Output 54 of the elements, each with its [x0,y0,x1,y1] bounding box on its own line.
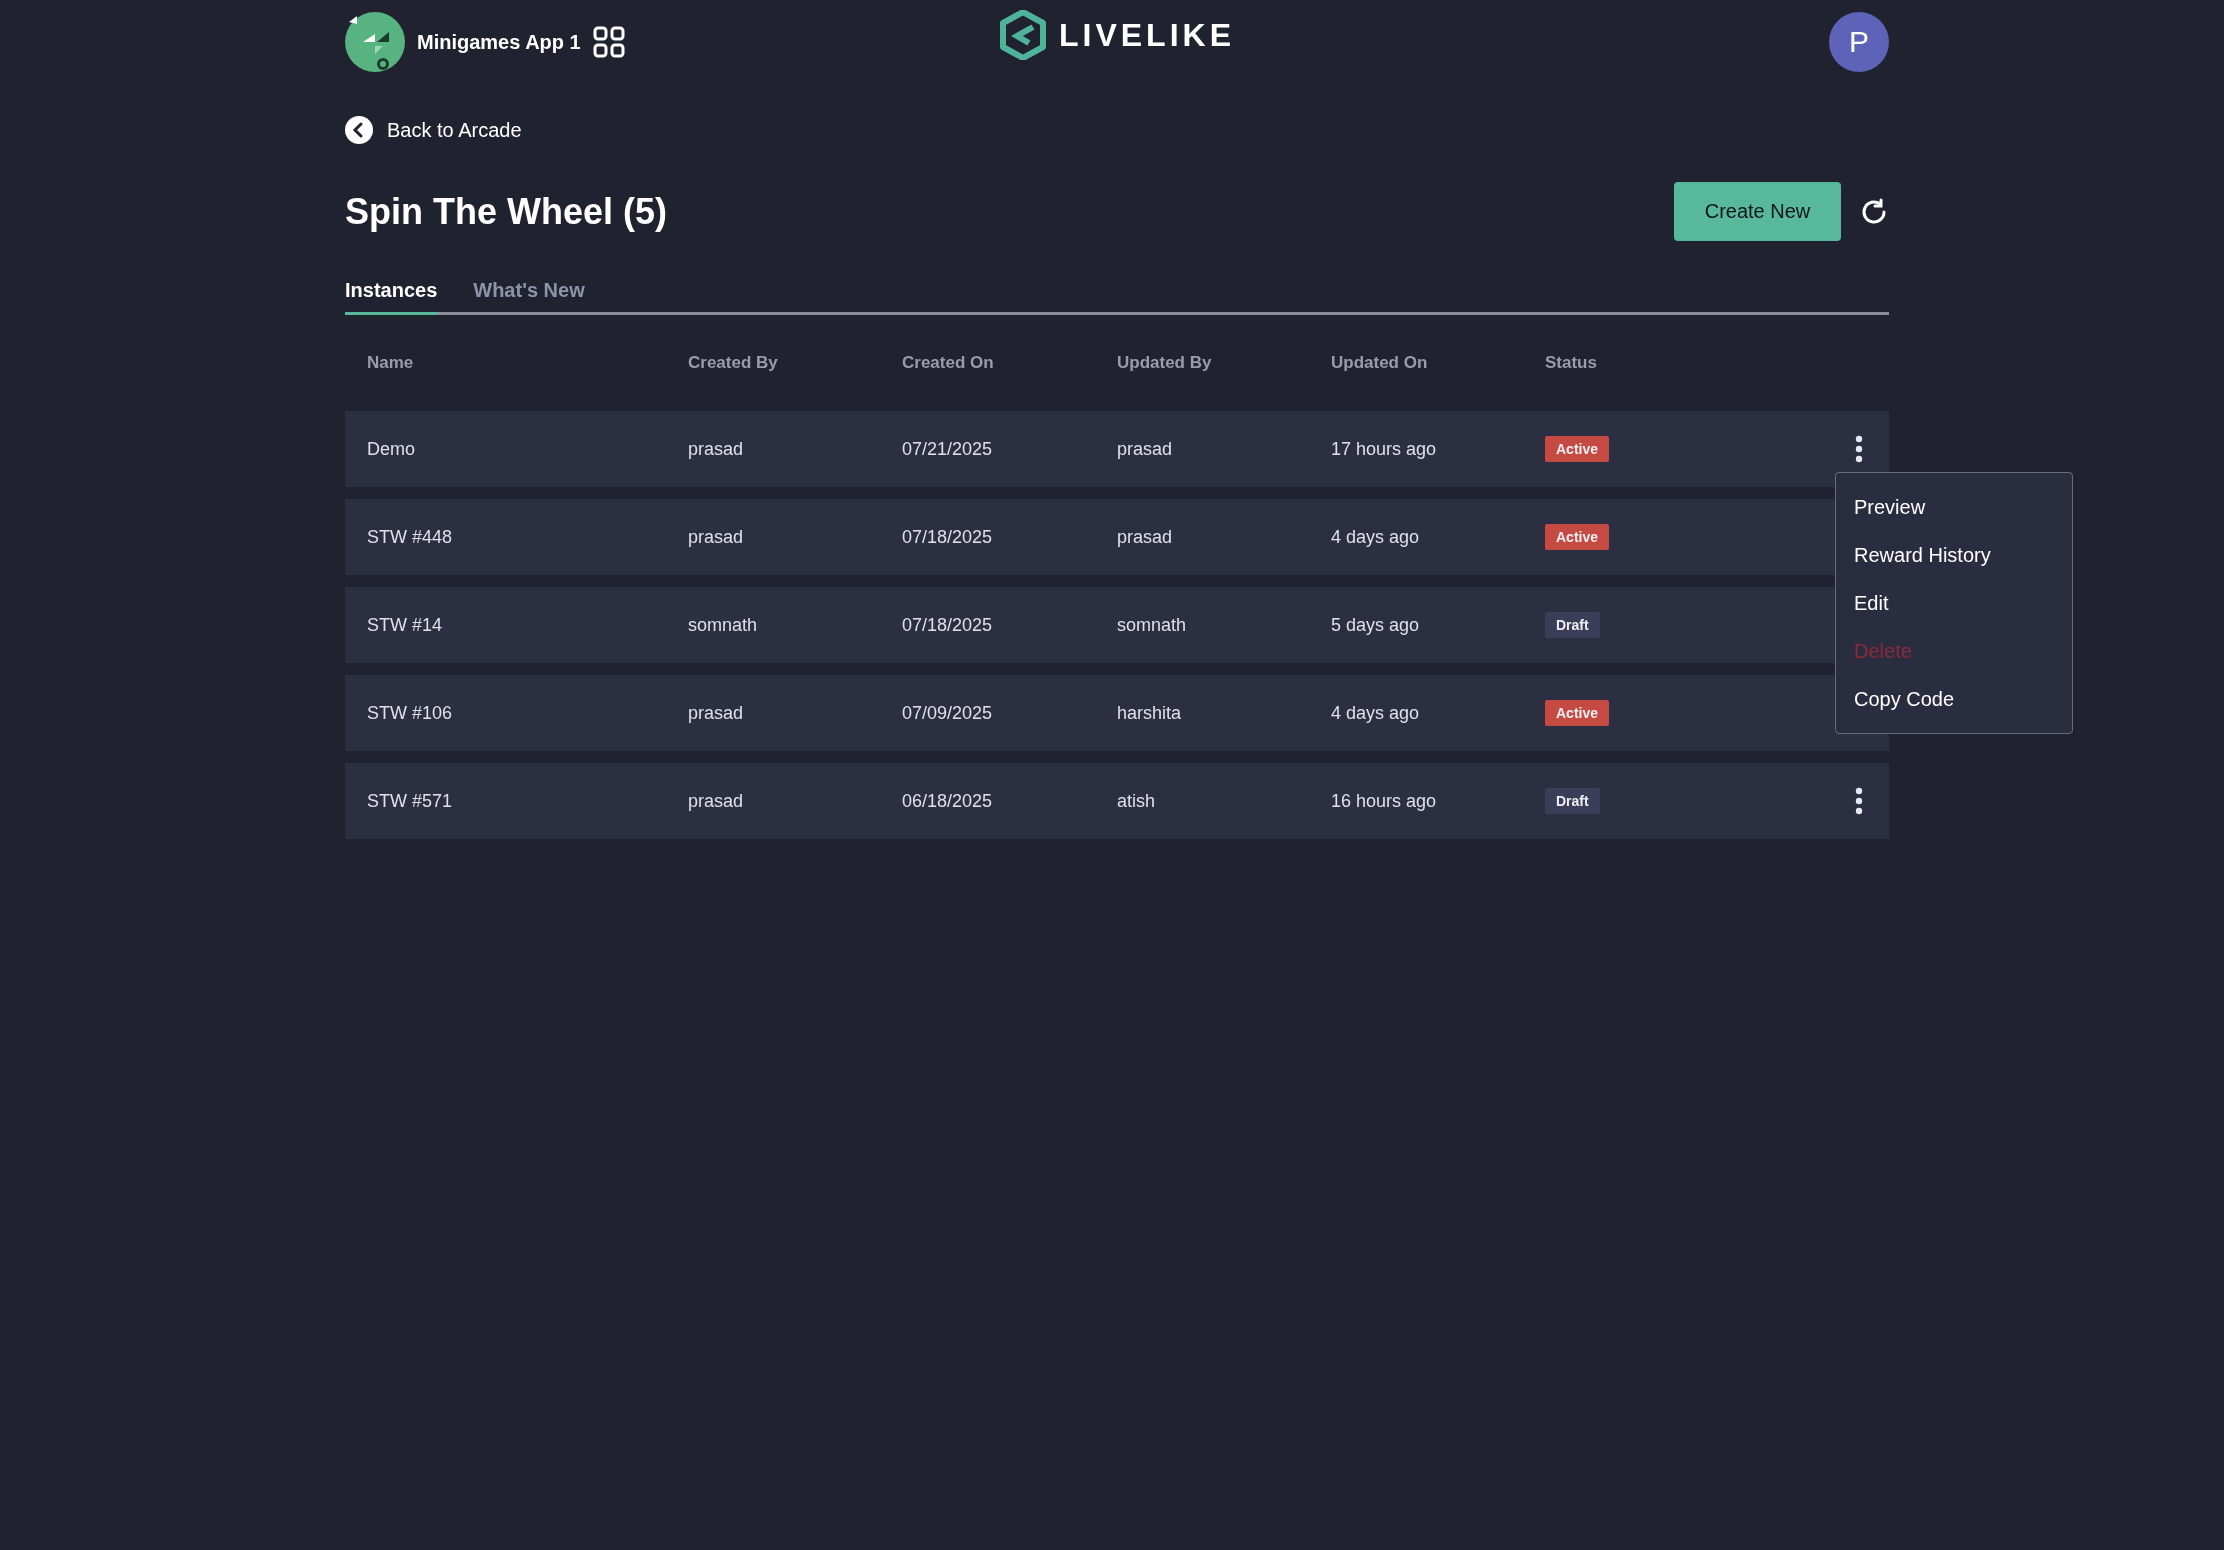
status-badge: Active [1545,524,1610,550]
table-cell-text: 06/18/2025 [902,790,994,812]
table-cell-text: STW #571 [367,790,454,812]
table-cell-text: prasad [688,526,745,548]
table-cell-text: STW #106 [367,702,454,724]
table-cell-text: prasad [1117,526,1174,548]
user-avatar[interactable]: P [1829,12,1889,72]
create-new-button[interactable]: Create New [1674,182,1841,241]
more-icon[interactable] [1855,787,1863,815]
logo-icon [999,10,1047,60]
status-badge: Draft [1545,612,1600,638]
more-icon[interactable] [1855,435,1863,463]
status-badge: Active [1545,436,1610,462]
tab[interactable]: What's New [473,279,585,315]
back-icon [345,116,373,144]
tab[interactable]: Instances [345,279,438,315]
back-link[interactable]: Back to Arcade [345,116,522,144]
page-title: Spin The Wheel (5) [345,190,667,233]
menu-item[interactable]: Copy Code [1836,675,2072,723]
status-badge: Active [1545,700,1610,726]
table-cell-text: STW #448 [367,526,454,548]
column-header: Name [367,353,415,373]
table-cell-text: STW #14 [367,614,444,636]
table-cell-text: somnath [688,614,759,636]
app-name: Minigames App 1 [417,30,581,54]
table-cell-text: 07/21/2025 [902,438,994,460]
column-header: Status [1545,353,1598,373]
table-cell-text: 4 days ago [1331,702,1421,724]
table-cell-text: prasad [688,702,745,724]
table-cell-text: prasad [1117,438,1174,460]
column-header: Updated On [1331,353,1429,373]
table-cell-text: Demo [367,438,416,460]
column-header: Created On [902,353,995,373]
table-cell-text: 07/09/2025 [902,702,994,724]
table-cell-text: 5 days ago [1331,614,1421,636]
table-cell-text: prasad [688,438,745,460]
table-cell-text: prasad [688,790,745,812]
menu-item[interactable]: Edit [1836,579,2072,627]
table-cell-text: 16 hours ago [1331,790,1438,812]
menu-item[interactable]: Preview [1836,483,2072,531]
table-cell-text: 4 days ago [1331,526,1421,548]
menu-item[interactable]: Reward History [1836,531,2072,579]
status-badge: Draft [1545,788,1600,814]
table-cell-text: 07/18/2025 [902,526,994,548]
table-cell-text: atish [1117,790,1157,812]
table-cell-text: somnath [1117,614,1188,636]
table-cell-text: 07/18/2025 [902,614,994,636]
table-cell-text: harshita [1117,702,1183,724]
grid-icon[interactable] [592,26,625,58]
column-header: Created By [688,353,779,373]
table-cell-text: 17 hours ago [1331,438,1438,460]
app-logo-icon [345,12,405,72]
logo-text: LIVELIKE [1059,16,1235,54]
column-header: Updated By [1117,353,1213,373]
